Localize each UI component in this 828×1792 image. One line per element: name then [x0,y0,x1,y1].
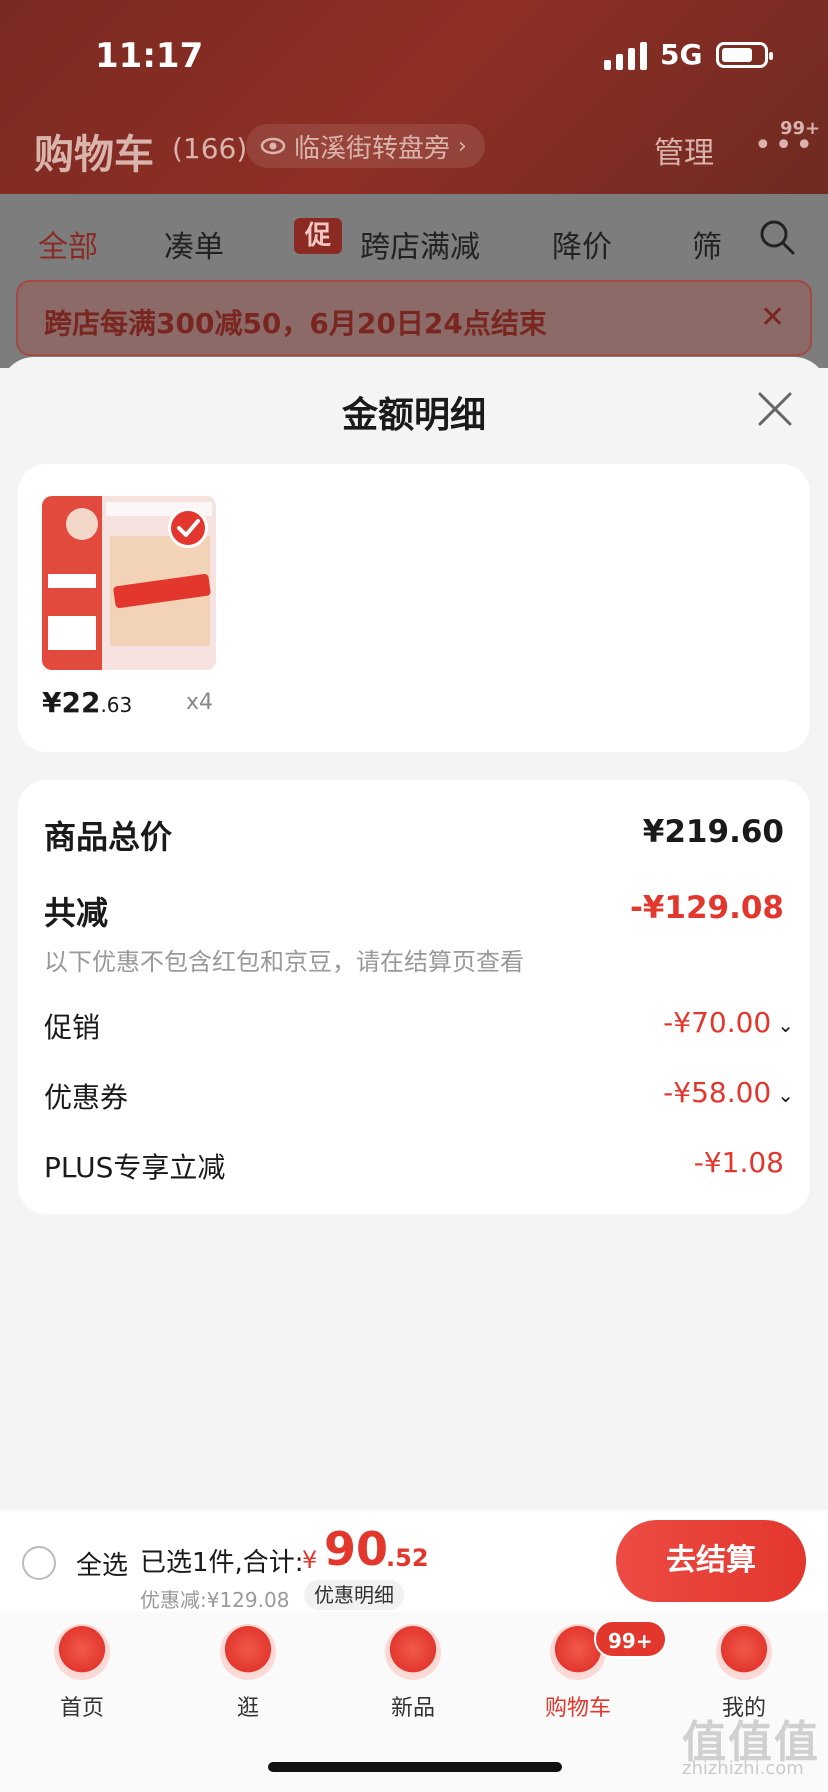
total-amount-cents: .52 [386,1544,429,1572]
select-all-radio[interactable] [22,1546,56,1580]
location-label: 临溪街转盘旁 [294,133,451,164]
promo-banner-text: 跨店每满300减50，6月20日24点结束 [44,307,547,340]
nav-new[interactable]: 新品 [353,1624,473,1722]
sheet-title: 金额明细 [341,395,486,436]
discount-note: 以下优惠不包含红包和京豆，请在结算页查看 [44,948,524,976]
tab-bundle[interactable]: 凑单 [164,222,224,266]
eye-icon [260,137,286,155]
checkmark-icon [177,519,200,537]
nav-cart-label: 购物车 [544,1696,611,1721]
product-price-cents: .63 [100,693,133,717]
promotion-value: -¥70.00 [663,1006,772,1039]
coupon-row-toggle[interactable]: -¥58.00 ⌄ [663,1076,794,1109]
nav-home-label: 首页 [59,1696,104,1721]
total-price-value: ¥219.60 [642,814,784,850]
watermark-url: zhizhizhi.com [682,1758,804,1779]
discount-summary: 优惠减:¥129.08 [140,1588,290,1612]
plus-discount-label: PLUS专享立减 [44,1151,226,1184]
total-reduce-label: 共减 [44,894,109,932]
nav-browse-label: 逛 [236,1696,259,1721]
location-selector[interactable]: 临溪街转盘旁 › [246,124,485,168]
product-price: ¥22.63 [42,686,132,719]
select-all-label[interactable]: 全选 [76,1545,128,1582]
coupon-label: 优惠券 [44,1081,129,1114]
chevron-down-icon: ⌄ [777,1083,794,1107]
battery-icon [716,42,773,68]
tab-filter[interactable]: 筛 [692,222,722,266]
promotion-row-toggle[interactable]: -¥70.00 ⌄ [663,1006,794,1039]
signal-icon [604,42,647,70]
search-icon[interactable] [758,218,796,256]
total-reduce-value: -¥129.08 [629,890,784,926]
checkout-button[interactable]: 去结算 [616,1520,806,1602]
tab-price-drop[interactable]: 降价 [552,222,612,266]
home-icon [54,1624,110,1680]
manage-button[interactable]: 管理 [654,128,714,172]
total-currency: ¥ [302,1546,318,1574]
chevron-down-icon: ⌄ [777,1013,794,1037]
close-icon[interactable] [756,390,794,428]
tab-cross-store-discount[interactable]: 跨店满减 [360,222,480,266]
network-type: 5G [660,38,703,71]
checked-icon[interactable] [168,508,208,548]
plus-discount-value: -¥1.08 [693,1146,784,1179]
product-price-int: ¥22 [42,686,101,719]
profile-icon [716,1624,772,1680]
discount-detail-button[interactable]: 优惠明细 [304,1580,404,1610]
nav-browse[interactable]: 逛 [188,1624,308,1722]
cart-title: 购物车 [34,132,154,178]
nav-new-label: 新品 [390,1696,435,1721]
status-bar: 11:17 5G [0,0,828,110]
tab-all[interactable]: 全部 [38,222,98,266]
home-indicator[interactable] [268,1762,562,1772]
promo-tag: 促 [294,218,342,254]
cart-badge: 99+ [594,1620,667,1658]
browse-icon [220,1624,276,1680]
more-badge: 99+ [780,118,821,139]
nav-home[interactable]: 首页 [22,1624,142,1722]
cart-count: (166) [172,132,248,165]
selected-count-text: 已选1件,合计: [140,1548,304,1578]
chevron-right-icon: › [458,133,467,159]
status-time: 11:17 [95,36,204,76]
total-amount-int: 90 [324,1522,389,1576]
banner-close-icon[interactable]: ✕ [760,300,785,335]
coupon-value: -¥58.00 [663,1076,772,1109]
total-price-label: 商品总价 [44,818,173,856]
product-quantity: x4 [186,690,214,715]
new-products-icon [385,1624,441,1680]
promotion-label: 促销 [44,1011,101,1044]
